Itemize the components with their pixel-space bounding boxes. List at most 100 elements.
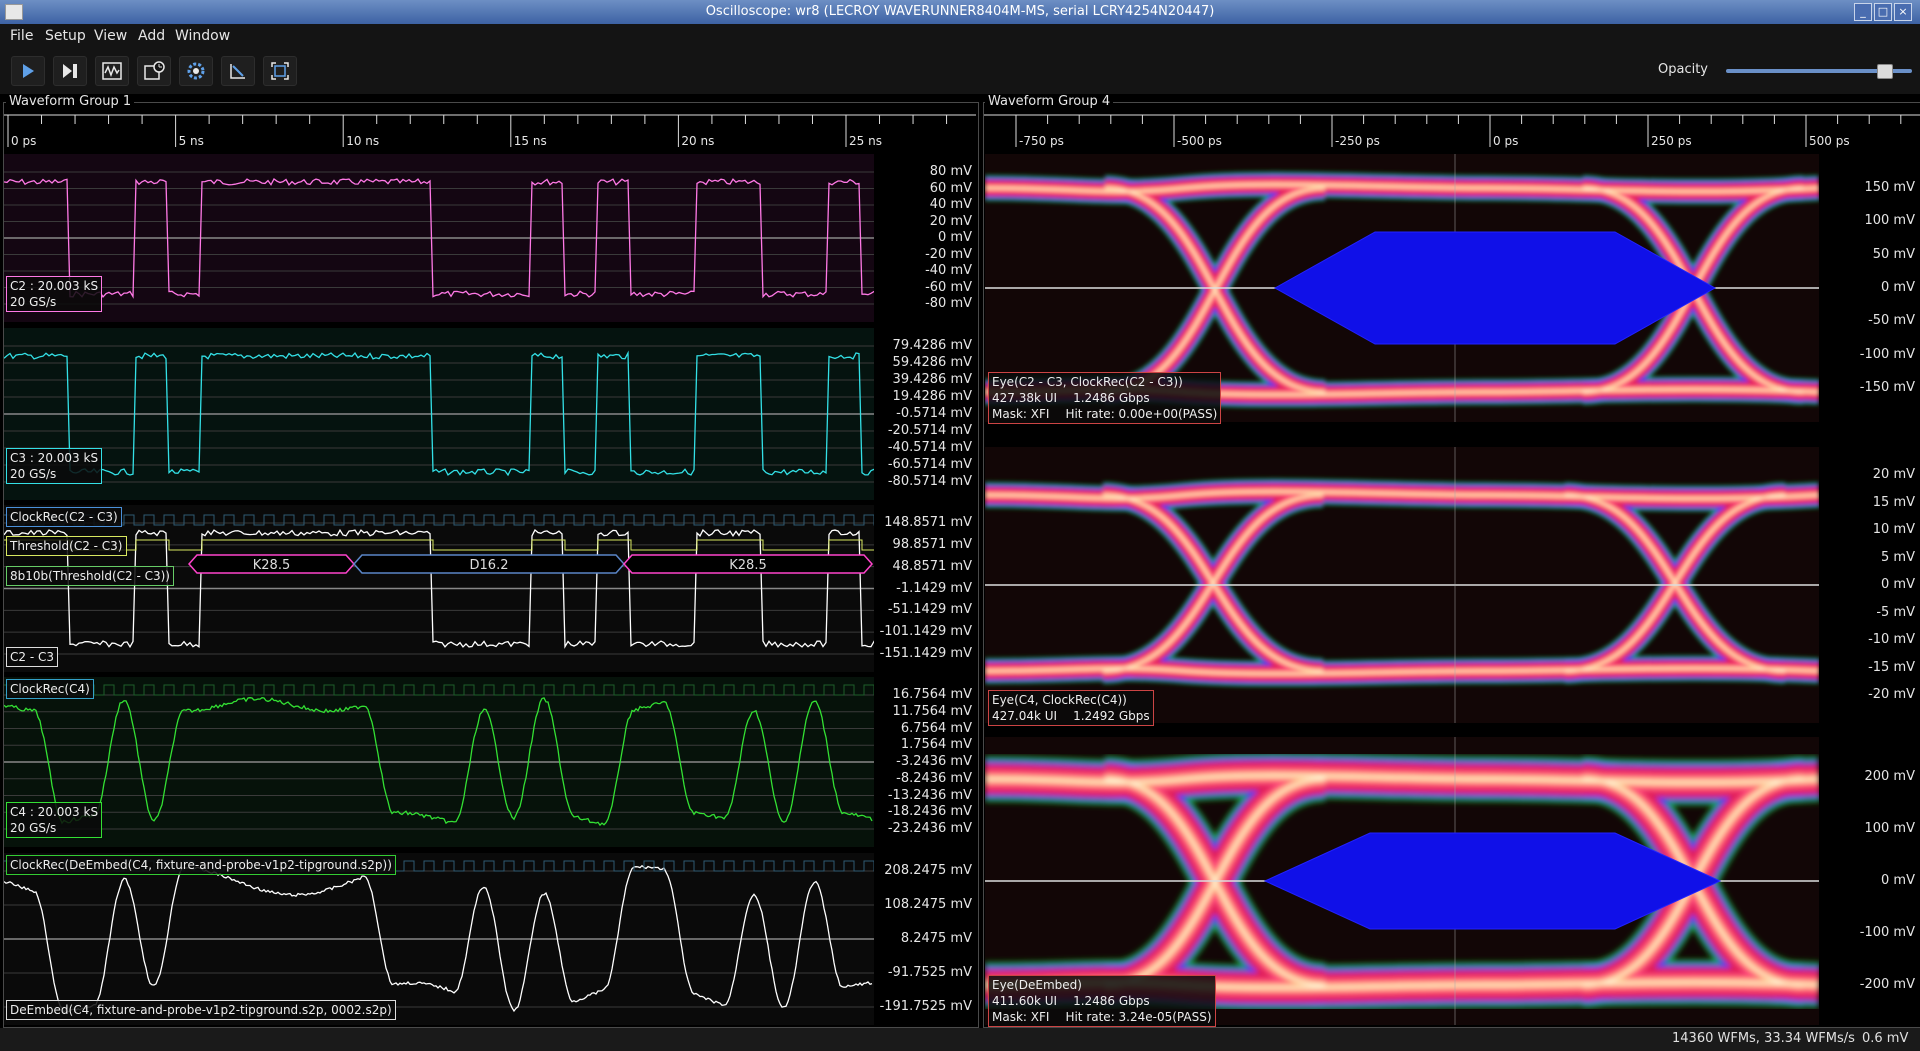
settings-button[interactable] — [179, 56, 213, 86]
vertical-axis-label: 79.4286 mV — [892, 338, 972, 353]
maximize-button[interactable]: □ — [1874, 3, 1892, 21]
vertical-axis-label: 6.7564 mV — [900, 720, 972, 736]
time-tick-label: 10 ns — [346, 134, 380, 148]
vertical-axis-label: -60.5714 mV — [887, 457, 972, 472]
waveform-icon — [102, 62, 122, 80]
time-ruler-group-4[interactable]: -750 ps-500 ps-250 ps0 ps250 ps500 ps750 — [984, 112, 1920, 152]
menu-add[interactable]: Add — [138, 28, 165, 44]
vertical-axis-label: -15 mV — [1868, 659, 1915, 675]
menu-window[interactable]: Window — [175, 28, 230, 44]
vertical-axis-label: -191.7525 mV — [879, 999, 972, 1014]
waveform-plot-2[interactable] — [3, 328, 893, 500]
eye-bitrate: 1.2486 Gbps — [1073, 994, 1150, 1008]
channel-label[interactable]: C3 : 20.003 kS 20 GS/s — [6, 448, 103, 484]
minimize-button[interactable]: _ — [1854, 3, 1872, 21]
vertical-axis-label: 15 mV — [1872, 494, 1915, 510]
channel-label[interactable]: C2 : 20.003 kS 20 GS/s — [6, 276, 103, 312]
eye-info-row: 427.04k UI 1.2492 Gbps — [992, 708, 1150, 724]
channel-label[interactable]: ClockRec(C4) — [6, 679, 94, 699]
waveform-panel-2[interactable] — [3, 328, 893, 500]
channel-label[interactable]: DeEmbed(C4, fixture-and-probe-v1p2-tipgr… — [6, 1000, 396, 1020]
opacity-label: Opacity — [1658, 62, 1709, 77]
channel-label[interactable]: ClockRec(C2 - C3) — [6, 507, 122, 527]
eye-time-tick-label: 250 ps — [1651, 134, 1692, 148]
eye-info-box[interactable]: Eye(C2 - C3, ClockRec(C2 - C3)) 427.38k U… — [988, 372, 1222, 424]
vertical-axis-label: -101.1429 mV — [879, 624, 972, 640]
vertical-axis-label: -13.2436 mV — [887, 787, 972, 803]
vertical-axis-label: -40 mV — [925, 263, 972, 278]
eye-title: Eye(DeEmbed) — [992, 978, 1082, 992]
channel-label[interactable]: C4 : 20.003 kS 20 GS/s — [6, 802, 103, 838]
channel-label[interactable]: ClockRec(DeEmbed(C4, fixture-and-probe-v… — [6, 855, 396, 875]
vertical-axis-label: 39.4286 mV — [892, 372, 972, 387]
eye-ui-count: 427.04k UI — [992, 709, 1058, 723]
vertical-axis-label: 10 mV — [1872, 522, 1915, 537]
menu-view[interactable]: View — [94, 28, 127, 44]
vertical-axis-label: -200 mV — [1859, 977, 1915, 992]
vertical-axis-label: 50 mV — [1872, 246, 1915, 262]
eye-title: Eye(C4, ClockRec(C4)) — [992, 693, 1127, 707]
vertical-axis-label: 150 mV — [1864, 180, 1915, 195]
eye-time-tick-label: 0 ps — [1493, 134, 1519, 148]
menu-bar: File Setup View Add Window — [0, 24, 1920, 48]
play-button[interactable] — [11, 56, 45, 86]
eye-hit-rate: Hit rate: 3.24e-05(PASS) — [1065, 1010, 1212, 1024]
channel-label[interactable]: Threshold(C2 - C3) — [6, 536, 127, 556]
eye-time-tick-label: -500 ps — [1177, 134, 1222, 148]
decode-symbol-label: K28.5 — [729, 558, 766, 573]
eye-info-row: Eye(DeEmbed) — [992, 977, 1212, 993]
close-button[interactable]: × — [1894, 3, 1912, 21]
eye-info-box[interactable]: Eye(DeEmbed) 411.60k UI 1.2486 Gbps Mask: X… — [988, 975, 1216, 1027]
eye-pattern-plot-2[interactable] — [984, 447, 1820, 723]
status-bar: 14360 WFMs, 33.34 WFMs/s 0.6 mV — [0, 1028, 1920, 1051]
history-button[interactable] — [137, 56, 171, 86]
time-ruler-group-1[interactable]: 0 ps 5 ns 10 ns 15 ns 20 ns 25 ns — [4, 112, 976, 152]
time-tick-label: 15 ns — [513, 134, 547, 148]
vertical-axis-label: 40 mV — [929, 197, 972, 212]
fit-screen-button[interactable] — [263, 56, 297, 86]
opacity-slider-handle[interactable] — [1877, 64, 1894, 79]
vertical-axis-label: -91.7525 mV — [887, 965, 972, 980]
eye-info-row: 411.60k UI 1.2486 Gbps — [992, 993, 1212, 1009]
vertical-axis-label: 16.7564 mV — [892, 687, 972, 702]
waveform-plot-4[interactable] — [3, 677, 884, 847]
vertical-axis-label: 148.8571 mV — [884, 515, 972, 530]
waveform-plot-1[interactable] — [3, 154, 893, 400]
vertical-axis-label: 80 mV — [929, 164, 972, 179]
single-step-button[interactable] — [53, 56, 87, 86]
eye-info-box[interactable]: Eye(C4, ClockRec(C4)) 427.04k UI 1.2492 Gb… — [988, 690, 1154, 726]
cursor-readout: 0.6 mV — [1862, 1031, 1909, 1046]
waveform-plot-3[interactable]: K28.5 D16.2 K28.5 — [3, 505, 895, 672]
waveform-panel-4[interactable] — [3, 677, 884, 847]
measure-button[interactable] — [221, 56, 255, 86]
eye-mask — [1273, 231, 1717, 345]
vertical-axis-label: -20 mV — [1868, 687, 1915, 702]
vertical-axis-label: -3.2436 mV — [896, 754, 972, 769]
vertical-axis-label: -80 mV — [925, 296, 972, 311]
channel-label[interactable]: 8b10b(Threshold(C2 - C3)) — [6, 566, 174, 586]
acquisition-rate: 14360 WFMs, 33.34 WFMs/s — [1672, 1031, 1855, 1046]
eye-mask-name: Mask: XFI — [992, 407, 1050, 421]
opacity-slider[interactable] — [1726, 64, 1912, 79]
waveform-panel-3[interactable]: K28.5 D16.2 K28.5 — [3, 505, 895, 672]
vertical-axis-label: -100 mV — [1859, 925, 1915, 940]
menu-file[interactable]: File — [10, 28, 33, 44]
waveform-panel-1[interactable] — [3, 154, 893, 400]
vertical-axis-label: 100 mV — [1864, 213, 1915, 229]
vertical-axis-label: -50 mV — [1868, 313, 1915, 329]
vertical-axis-label: 0 mV — [1881, 280, 1915, 295]
waveform-button[interactable] — [95, 56, 129, 86]
menu-setup[interactable]: Setup — [45, 28, 86, 44]
step-icon — [63, 64, 77, 78]
vertical-axis-label: 100 mV — [1864, 821, 1915, 836]
channel-label[interactable]: C2 - C3 — [6, 647, 58, 667]
vertical-axis-label: 11.7564 mV — [892, 703, 972, 719]
eye-pattern-panel-2[interactable] — [984, 447, 1820, 723]
vertical-axis-label: 200 mV — [1864, 769, 1915, 784]
vertical-axis-label: -51.1429 mV — [887, 602, 972, 618]
eye-info-row: Mask: XFI Hit rate: 0.00e+00(PASS) — [992, 406, 1217, 422]
vertical-axis-label: 1.7564 mV — [900, 737, 972, 753]
eye-time-tick-label: 500 ps — [1809, 134, 1850, 148]
vertical-axis-label: 20 mV — [1872, 467, 1915, 482]
decode-symbol-label: K28.5 — [253, 558, 290, 573]
